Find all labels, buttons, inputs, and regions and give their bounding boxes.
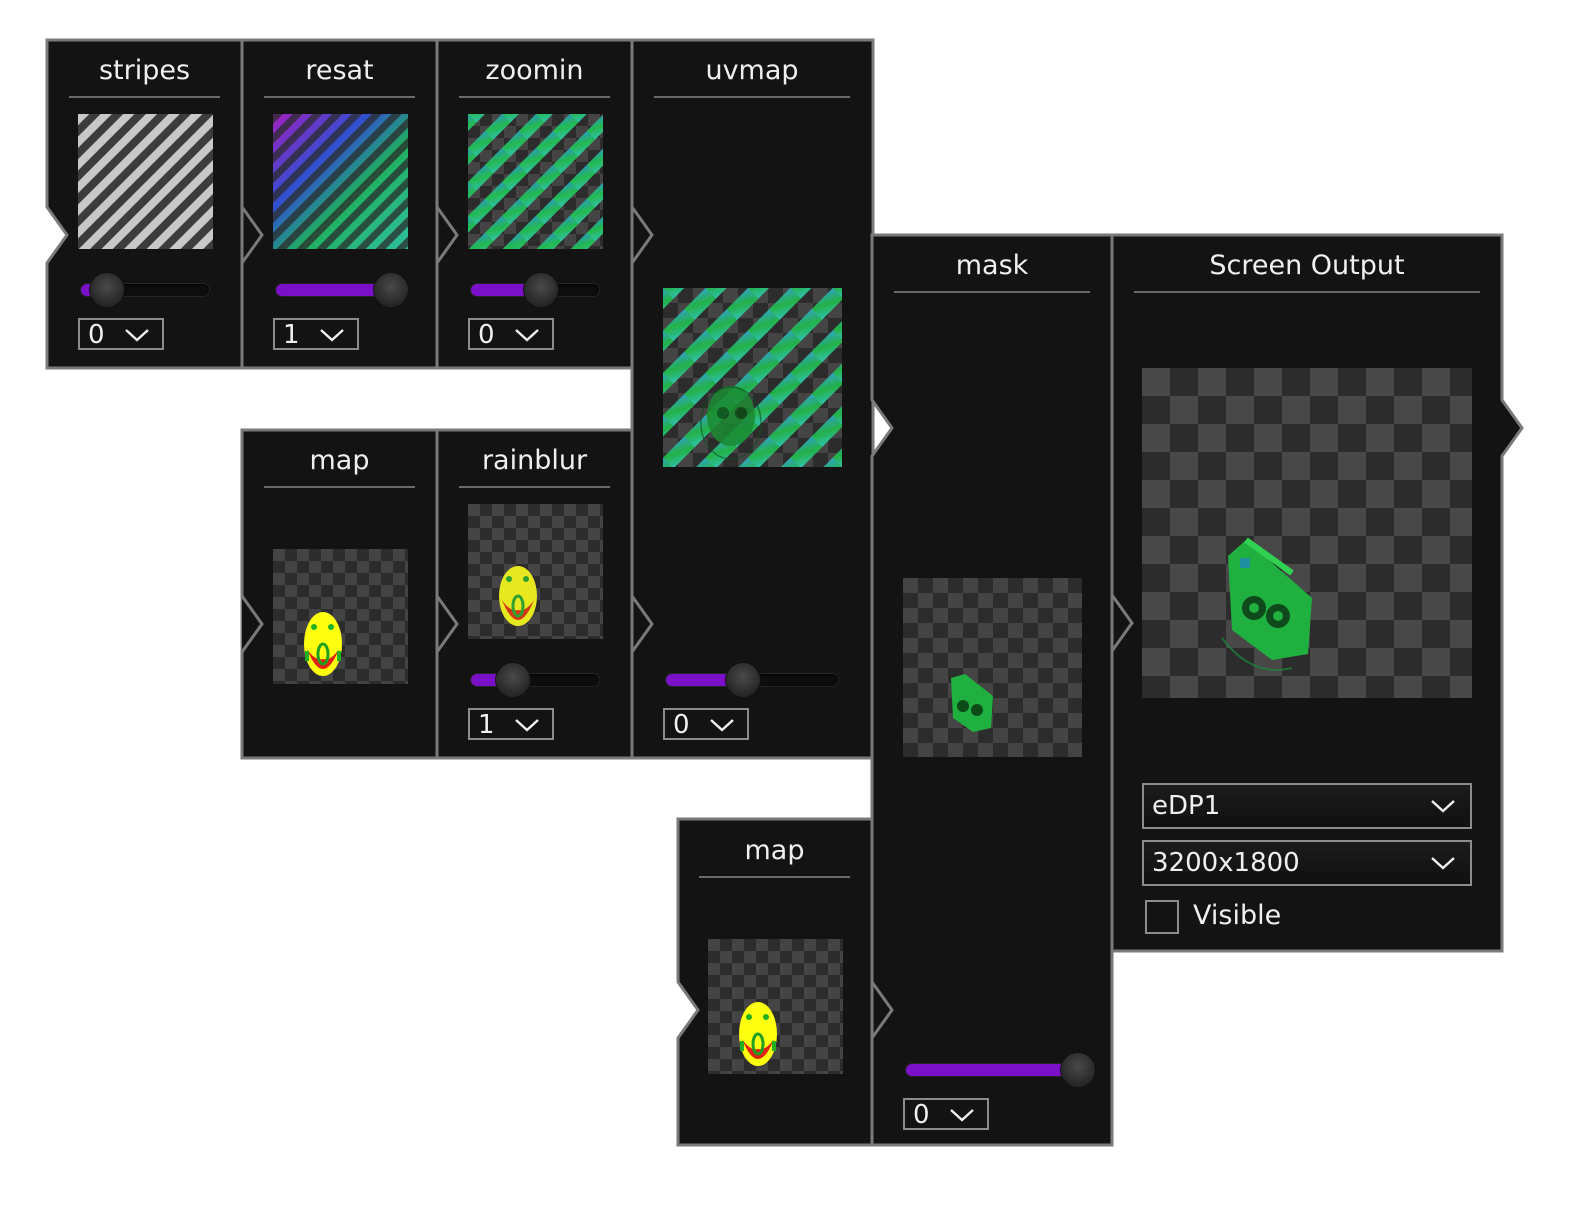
combo-value: 0	[478, 320, 495, 350]
slider-fill	[906, 1064, 1078, 1076]
combo-value: 1	[478, 710, 495, 740]
title-divider	[69, 96, 220, 98]
mask-preview	[903, 578, 1082, 757]
slider-knob[interactable]	[89, 273, 124, 307]
combo-value: 0	[88, 320, 105, 350]
title-divider	[459, 96, 610, 98]
rainblur-slider[interactable]	[471, 663, 599, 697]
node-map[interactable]: map	[242, 430, 437, 758]
node-title: stripes	[98, 55, 191, 86]
map-preview	[708, 939, 843, 1074]
node-title: map	[309, 445, 370, 476]
title-divider	[1134, 291, 1480, 293]
chevron-down-icon	[515, 719, 539, 732]
slider-knob[interactable]	[374, 273, 409, 307]
title-divider	[264, 96, 415, 98]
stripes-combo[interactable]: 0	[78, 318, 164, 350]
node-map-bottom[interactable]: map	[677, 820, 872, 1145]
chevron-down-icon	[125, 329, 149, 342]
visible-label: Visible	[1193, 900, 1282, 931]
visible-checkbox[interactable]	[1145, 900, 1179, 934]
slider-knob[interactable]	[1061, 1053, 1095, 1087]
screen-output-preview	[1142, 368, 1472, 698]
slider-knob[interactable]	[524, 273, 559, 307]
chevron-down-icon	[1431, 800, 1455, 813]
rainblur-combo[interactable]: 1	[468, 708, 554, 740]
node-title: resat	[305, 55, 374, 86]
display-select[interactable]: eDP1	[1142, 783, 1472, 829]
zoomin-combo[interactable]: 0	[468, 318, 554, 350]
display-value: eDP1	[1152, 791, 1221, 821]
resat-slider[interactable]	[276, 273, 409, 307]
resolution-select[interactable]: 3200x1800	[1142, 840, 1472, 886]
node-title: zoomin	[485, 55, 584, 86]
node-rainblur[interactable]: rainblur 1	[437, 430, 632, 758]
resolution-value: 3200x1800	[1152, 848, 1300, 878]
mask-combo[interactable]: 0	[903, 1098, 989, 1130]
node-title: uvmap	[705, 55, 799, 86]
title-divider	[264, 486, 415, 488]
zoomin-slider[interactable]	[471, 273, 599, 307]
node-screen-output[interactable]: Screen Output eDP1 3200x1800 Visible	[1112, 235, 1502, 951]
slider-knob[interactable]	[496, 663, 531, 697]
node-title: rainblur	[481, 445, 588, 476]
node-title: map	[744, 835, 805, 866]
node-mask[interactable]: mask 0	[872, 235, 1112, 1145]
title-divider	[894, 291, 1090, 293]
chevron-down-icon	[320, 329, 344, 342]
resat-combo[interactable]: 1	[273, 318, 359, 350]
resat-preview	[273, 114, 408, 249]
node-resat[interactable]: resat 1	[242, 40, 437, 368]
chevron-down-icon	[515, 329, 539, 342]
title-divider	[459, 486, 610, 488]
combo-value: 1	[283, 320, 300, 350]
node-title: Screen Output	[1209, 250, 1405, 281]
node-title: mask	[955, 250, 1029, 281]
chevron-down-icon	[950, 1109, 974, 1122]
node-zoomin[interactable]: zoomin 0	[437, 40, 632, 368]
stripes-preview	[78, 114, 213, 249]
chevron-down-icon	[1431, 857, 1455, 870]
stripes-slider[interactable]	[81, 273, 209, 307]
node-stripes[interactable]: stripes 0	[47, 40, 242, 368]
title-divider	[699, 876, 850, 878]
combo-value: 0	[913, 1100, 930, 1130]
rainblur-preview	[468, 504, 603, 639]
title-divider	[654, 96, 850, 98]
mask-slider[interactable]	[906, 1053, 1095, 1087]
zoomin-preview	[468, 114, 603, 249]
map-preview	[273, 549, 408, 684]
